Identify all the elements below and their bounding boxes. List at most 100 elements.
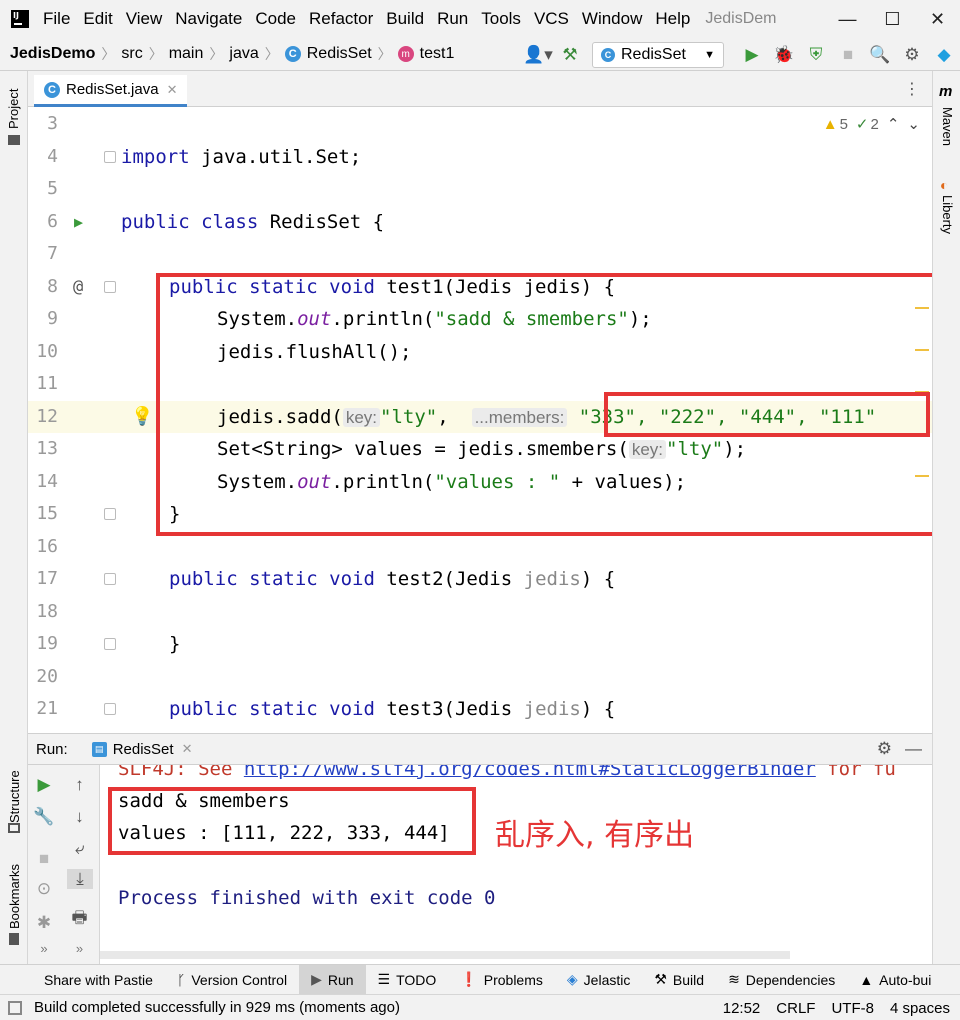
arrow-down-icon[interactable]: ↓ <box>60 807 99 827</box>
file-encoding[interactable]: UTF-8 <box>831 1000 874 1017</box>
code-token: RedisSet { <box>258 211 385 233</box>
soft-wrap-icon[interactable]: ⤶ <box>60 839 99 859</box>
run-configuration-select[interactable]: C RedisSet ▼ <box>592 41 724 68</box>
bookmarks-tool-tab[interactable]: Bookmarks <box>7 864 22 929</box>
tool-label: Version Control <box>191 971 288 988</box>
menu-code[interactable]: Code <box>255 9 296 29</box>
run-console[interactable]: SLF4J: See http://www.slf4j.org/codes.ht… <box>100 765 932 964</box>
close-window-button[interactable]: ✕ <box>915 0 960 38</box>
code-token: public static void <box>169 698 375 720</box>
line-number: 7 <box>47 243 58 264</box>
more-options-icon[interactable]: ⋮ <box>904 79 920 99</box>
line-separator[interactable]: CRLF <box>776 1000 815 1017</box>
fold-icon[interactable] <box>104 151 116 163</box>
fold-icon[interactable] <box>104 573 116 585</box>
run-gutter-icon[interactable]: ▶ <box>74 206 83 238</box>
console-link[interactable]: http://www.slf4j.org/codes.html#StaticLo… <box>244 765 816 780</box>
debug-bug-icon[interactable]: 🐞 <box>768 45 800 65</box>
search-icon[interactable]: 🔍 <box>864 45 896 65</box>
hide-panel-icon[interactable]: — <box>905 739 922 759</box>
tool-dependencies[interactable]: ≋ Dependencies <box>716 965 847 995</box>
menu-edit[interactable]: Edit <box>83 9 112 29</box>
print-icon[interactable]: 🖶 <box>60 905 99 934</box>
stop-icon[interactable]: ■ <box>832 45 864 65</box>
breadcrumb-src[interactable]: src <box>121 45 142 63</box>
minimize-button[interactable]: — <box>825 0 870 38</box>
code-line: 19} <box>28 628 932 660</box>
run-icon[interactable]: ▶ <box>736 45 768 65</box>
breadcrumb-java[interactable]: java <box>229 45 258 63</box>
tool-todo[interactable]: ☰ TODO <box>366 965 449 995</box>
tool-label: Jelastic <box>583 971 631 988</box>
indent-setting[interactable]: 4 spaces <box>890 1000 950 1017</box>
maven-tool-tab[interactable]: Maven <box>940 107 955 146</box>
fold-icon[interactable] <box>104 281 116 293</box>
liberty-tool-tab[interactable]: Liberty <box>940 195 955 234</box>
tool-auto-build[interactable]: ▲ Auto-bui <box>847 965 943 995</box>
line-number: 11 <box>36 373 58 394</box>
menu-run[interactable]: Run <box>437 9 468 29</box>
menu-build[interactable]: Build <box>386 9 424 29</box>
settings-gear-icon[interactable]: ⚙ <box>877 739 892 759</box>
tool-window-toggle-icon[interactable] <box>8 1000 22 1015</box>
build-hammer-icon[interactable]: ⚒ <box>554 45 586 65</box>
more-tools-icon[interactable]: » <box>60 941 99 956</box>
code-token: ) { <box>580 568 616 590</box>
menu-tools[interactable]: Tools <box>481 9 521 29</box>
maximize-button[interactable]: ☐ <box>870 0 915 38</box>
tool-version-control[interactable]: ᚴ Version Control <box>165 965 299 995</box>
lightbulb-icon[interactable]: 💡 <box>131 401 153 433</box>
stop-icon[interactable]: ■ <box>28 849 60 869</box>
breadcrumb-class[interactable]: C RedisSet <box>284 45 372 63</box>
close-icon[interactable]: ✕ <box>182 741 193 757</box>
horizontal-scrollbar[interactable] <box>100 951 790 959</box>
tool-share-pastie[interactable]: Share with Pastie <box>0 965 165 995</box>
menu-file[interactable]: File <box>43 9 70 29</box>
menu-vcs[interactable]: VCS <box>534 9 569 29</box>
caret-position[interactable]: 12:52 <box>723 1000 761 1017</box>
more-tools-icon[interactable]: » <box>28 941 60 956</box>
code-line: 17 public static void test2(Jedis jedis) … <box>28 563 932 595</box>
breadcrumb-project[interactable]: JedisDemo <box>10 45 95 63</box>
menu-navigate[interactable]: Navigate <box>175 9 242 29</box>
fold-icon[interactable] <box>104 703 116 715</box>
settings-gear-icon[interactable]: ⚙ <box>896 45 928 65</box>
clear-icon[interactable]: ✱ <box>28 913 60 933</box>
structure-tool-tab[interactable]: Structure <box>7 770 22 823</box>
toolbox-logo-icon[interactable]: ◆ <box>928 45 960 65</box>
run-tab-icon: ▤ <box>91 741 107 757</box>
tool-problems[interactable]: ❗ Problems <box>448 965 555 995</box>
run-tab-label[interactable]: RedisSet <box>113 741 174 758</box>
chevron-down-icon: ▼ <box>704 48 715 61</box>
user-icon[interactable]: 👤▾ <box>522 45 554 65</box>
code-token: public class <box>121 211 259 233</box>
tool-label: TODO <box>396 971 437 988</box>
line-number: 4 <box>47 146 58 167</box>
breadcrumb-method-label: test1 <box>419 45 455 62</box>
breadcrumb-main[interactable]: main <box>169 45 204 63</box>
code-token: public static void <box>169 568 375 590</box>
rerun-icon[interactable]: ▶ <box>28 775 60 795</box>
scroll-to-end-icon[interactable]: ⤓ <box>67 869 93 889</box>
editor-tab-redisset[interactable]: C RedisSet.java ✕ <box>34 75 188 107</box>
tool-jelastic[interactable]: ◈ Jelastic <box>555 965 642 995</box>
menu-view[interactable]: View <box>126 9 163 29</box>
coverage-icon[interactable]: ⛨ <box>800 45 832 65</box>
menu-bar: IJ File Edit View Navigate Code Refactor… <box>0 0 960 38</box>
code-editor[interactable]: ▲ 5 ✓ 2 ⌃ ⌄ 3 4 import java.util.Set; 5 6… <box>28 107 932 723</box>
tool-run[interactable]: ▶ Run <box>299 964 366 995</box>
fold-icon[interactable] <box>104 638 116 650</box>
run-label: Run: <box>36 740 68 758</box>
fold-icon[interactable] <box>104 508 116 520</box>
project-tool-tab[interactable]: Project <box>6 89 21 129</box>
menu-window[interactable]: Window <box>582 9 642 29</box>
chevron-right-icon: 〉 <box>101 46 116 62</box>
menu-refactor[interactable]: Refactor <box>309 9 373 29</box>
tool-build[interactable]: ⚒ Build <box>642 965 716 995</box>
arrow-up-icon[interactable]: ↑ <box>60 775 99 795</box>
menu-help[interactable]: Help <box>655 9 690 29</box>
wrench-icon[interactable]: 🔧 <box>28 807 60 827</box>
close-icon[interactable]: ✕ <box>167 82 178 98</box>
camera-icon[interactable]: ⊙ <box>28 879 60 899</box>
breadcrumb-method[interactable]: m test1 <box>397 45 455 63</box>
